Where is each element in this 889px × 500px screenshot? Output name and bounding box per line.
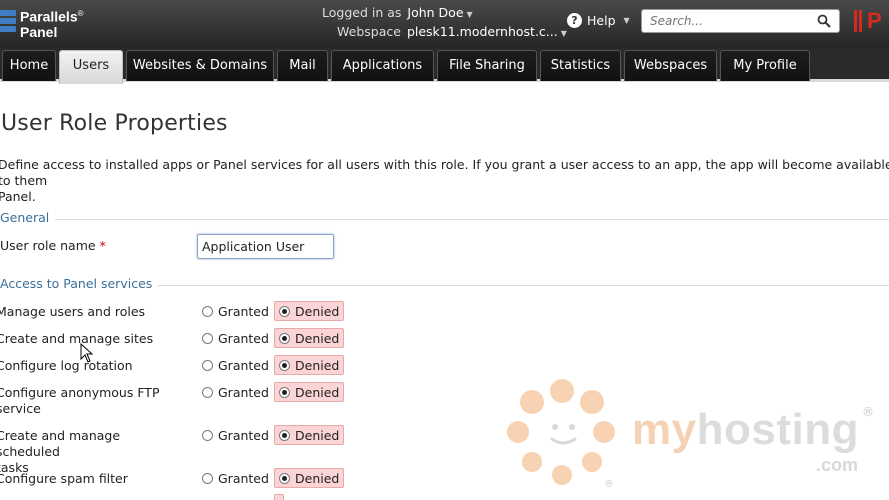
logo-reg-mark: ® bbox=[77, 9, 84, 18]
brand-bar bbox=[854, 10, 857, 32]
granted-option[interactable]: Granted bbox=[198, 355, 273, 375]
chevron-down-icon[interactable]: ▼ bbox=[467, 10, 473, 19]
permission-label: Create and manage scheduled tasks bbox=[0, 428, 176, 476]
tab-webspaces[interactable]: Webspaces bbox=[624, 50, 717, 81]
section-access-heading: Access to Panel services bbox=[0, 276, 889, 291]
denied-option[interactable]: Denied bbox=[274, 301, 345, 321]
permission-label-line1: Configure spam filter bbox=[0, 471, 128, 486]
permission-label-line1: Create and manage scheduled bbox=[0, 428, 121, 459]
top-header: Parallels® Panel Logged in as John Doe ▼ W… bbox=[0, 0, 889, 48]
granted-label: Granted bbox=[218, 470, 269, 486]
brand-bar bbox=[859, 10, 862, 32]
denied-label: Denied bbox=[295, 330, 340, 346]
section-access-title: Access to Panel services bbox=[0, 276, 159, 291]
section-divider bbox=[152, 285, 889, 286]
description-line2: Panel. bbox=[0, 189, 36, 204]
tab-file-sharing[interactable]: File Sharing bbox=[437, 50, 537, 81]
denied-label: Denied bbox=[295, 384, 340, 400]
tab-users[interactable]: Users bbox=[59, 50, 123, 84]
permission-label-line1: Manage users and roles bbox=[0, 304, 146, 319]
denied-radio[interactable] bbox=[279, 332, 290, 344]
logo-line1: Parallels bbox=[20, 8, 78, 25]
required-mark: * bbox=[99, 238, 106, 253]
denied-option-partial[interactable] bbox=[274, 494, 284, 500]
parallels-panel-logo[interactable]: Parallels® Panel bbox=[0, 4, 120, 40]
denied-radio[interactable] bbox=[279, 386, 290, 398]
main-content: User Role Properties Define access to in… bbox=[0, 85, 889, 500]
role-name-label-text: User role name bbox=[0, 238, 96, 253]
granted-option[interactable]: Granted bbox=[198, 301, 273, 321]
help-menu[interactable]: ? Help ▼ bbox=[567, 13, 630, 28]
logo-text: Parallels® Panel bbox=[20, 6, 84, 40]
role-name-label: User role name * bbox=[0, 238, 106, 253]
granted-label: Granted bbox=[218, 303, 269, 319]
granted-option[interactable]: Granted bbox=[198, 382, 273, 402]
section-general-title: General bbox=[0, 210, 56, 225]
granted-option[interactable]: Granted bbox=[198, 468, 273, 488]
granted-radio[interactable] bbox=[202, 332, 213, 344]
chevron-down-icon[interactable]: ▼ bbox=[561, 29, 567, 38]
search-input[interactable] bbox=[642, 10, 812, 32]
granted-option[interactable]: Granted bbox=[198, 425, 273, 445]
user-name-link[interactable]: John Doe bbox=[407, 5, 463, 20]
denied-option[interactable]: Denied bbox=[274, 328, 345, 348]
section-divider bbox=[50, 219, 889, 220]
denied-label: Denied bbox=[295, 303, 340, 319]
permission-label-line2: service bbox=[0, 401, 41, 416]
logged-in-label: Logged in as bbox=[322, 5, 402, 20]
help-label: Help bbox=[587, 13, 616, 28]
brand-letter: P bbox=[867, 8, 882, 33]
page-description: Define access to installed apps or Panel… bbox=[0, 157, 889, 205]
granted-label: Granted bbox=[218, 384, 269, 400]
main-navigation: Home Users Websites & Domains Mail Appli… bbox=[0, 48, 889, 84]
denied-option[interactable]: Denied bbox=[274, 382, 345, 402]
logo-line2: Panel bbox=[20, 23, 58, 40]
section-general-heading: General bbox=[0, 210, 889, 225]
page-title: User Role Properties bbox=[1, 111, 228, 136]
granted-label: Granted bbox=[218, 330, 269, 346]
mouse-pointer-icon bbox=[80, 343, 94, 363]
denied-radio[interactable] bbox=[279, 359, 290, 371]
webspace-selector[interactable]: plesk11.modernhost.c... bbox=[407, 24, 558, 39]
tab-statistics[interactable]: Statistics bbox=[540, 50, 621, 81]
chevron-down-icon: ▼ bbox=[623, 16, 630, 25]
permission-label: Configure spam filter bbox=[0, 471, 176, 487]
denied-option[interactable]: Denied bbox=[274, 355, 345, 375]
granted-radio[interactable] bbox=[202, 472, 213, 484]
tab-applications[interactable]: Applications bbox=[331, 50, 434, 81]
granted-option[interactable]: Granted bbox=[198, 328, 273, 348]
permission-label-line1: Configure anonymous FTP bbox=[0, 385, 160, 400]
tab-my-profile[interactable]: My Profile bbox=[720, 50, 810, 81]
tab-home[interactable]: Home bbox=[2, 50, 56, 81]
permission-label: Configure anonymous FTP service bbox=[0, 385, 176, 417]
granted-radio[interactable] bbox=[202, 359, 213, 371]
webspace-label: Webspace bbox=[337, 24, 401, 39]
denied-option[interactable]: Denied bbox=[274, 425, 345, 445]
granted-label: Granted bbox=[218, 427, 269, 443]
denied-option[interactable]: Denied bbox=[274, 468, 345, 488]
granted-radio[interactable] bbox=[202, 386, 213, 398]
denied-radio[interactable] bbox=[279, 305, 290, 317]
granted-label: Granted bbox=[218, 357, 269, 373]
granted-radio[interactable] bbox=[202, 429, 213, 441]
login-info: Logged in as John Doe ▼ Webspace plesk11.mo… bbox=[322, 4, 567, 42]
denied-radio[interactable] bbox=[279, 429, 290, 441]
help-icon: ? bbox=[567, 13, 582, 28]
description-line1: Define access to installed apps or Panel… bbox=[0, 157, 889, 188]
denied-label: Denied bbox=[295, 470, 340, 486]
role-name-input[interactable] bbox=[197, 234, 334, 259]
checklist-icon bbox=[0, 10, 16, 36]
parallels-brand-logo: P bbox=[854, 8, 882, 34]
search-box bbox=[641, 9, 840, 33]
tab-mail[interactable]: Mail bbox=[277, 50, 328, 81]
denied-radio[interactable] bbox=[279, 472, 290, 484]
granted-radio[interactable] bbox=[202, 305, 213, 317]
denied-label: Denied bbox=[295, 357, 340, 373]
tab-websites-domains[interactable]: Websites & Domains bbox=[126, 50, 274, 81]
denied-label: Denied bbox=[295, 427, 340, 443]
permission-label: Manage users and roles bbox=[0, 304, 176, 320]
search-icon[interactable] bbox=[817, 14, 831, 28]
